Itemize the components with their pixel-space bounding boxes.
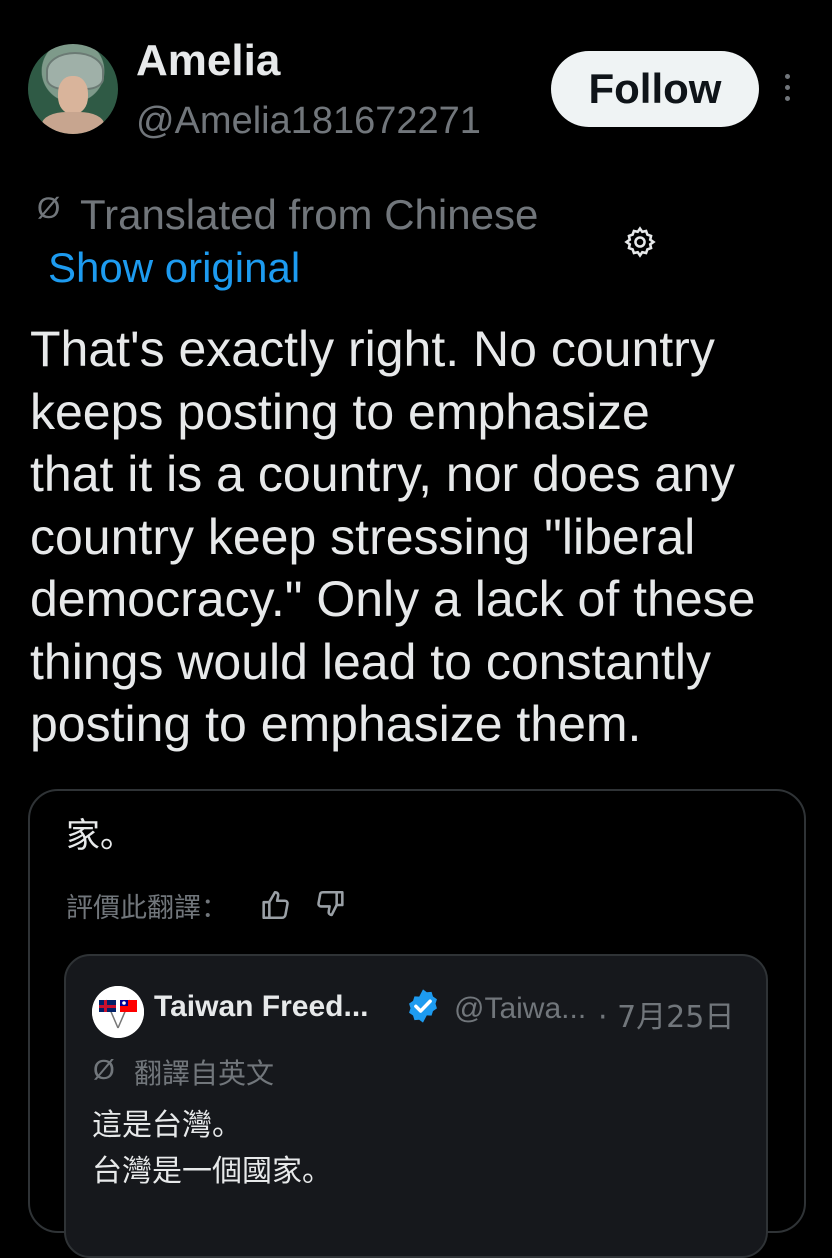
quoted-post-date[interactable]: · 7月25日 (598, 992, 734, 1036)
thumbs-down-icon[interactable] (314, 888, 348, 922)
quoted-author-handle[interactable]: @Taiwa... (454, 992, 586, 1026)
post-line: That's exactly right. No country (30, 321, 715, 377)
gear-icon[interactable] (623, 225, 657, 259)
post-line: democracy." Only a lack of these (30, 571, 756, 627)
avatar-body (42, 112, 104, 134)
more-vertical-icon[interactable] (779, 70, 795, 110)
flag-avatar[interactable] (92, 986, 144, 1038)
quoted-author-name[interactable]: Taiwan Freed... (154, 990, 369, 1024)
quoted-text-line: 台灣是一個國家。 (92, 1154, 332, 1189)
author-name[interactable]: Amelia (136, 36, 280, 86)
translation-label: Translated from Chinese (80, 191, 539, 238)
avatar-face (58, 76, 88, 114)
post-line: things would lead to constantly (30, 633, 711, 690)
post-line: keeps posting to emphasize (30, 383, 650, 440)
post-line: posting to emphasize them. (30, 696, 642, 752)
avatar[interactable] (28, 44, 118, 134)
thumbs-up-icon[interactable] (258, 888, 292, 922)
quoted-translation-label: 翻譯自英文 (134, 1057, 275, 1090)
post-line: country keep stressing "liberal (30, 508, 696, 565)
translate-slash-icon: Ø (37, 192, 61, 225)
post-line: that it is a country, nor does any (30, 446, 736, 502)
card-top-text: 家。 (66, 816, 134, 856)
quoted-text-line: 這是台灣。 (92, 1108, 242, 1143)
show-original-link[interactable]: Show original (48, 244, 300, 292)
author-handle[interactable]: @Amelia181672271 (136, 100, 481, 143)
rate-translation-label: 評價此翻譯： (66, 893, 228, 924)
verified-badge-icon (409, 989, 437, 1023)
translate-slash-icon: Ø (93, 1054, 115, 1085)
post-body: That's exactly right. No country keeps p… (30, 318, 820, 756)
follow-button[interactable]: Follow (551, 51, 759, 127)
